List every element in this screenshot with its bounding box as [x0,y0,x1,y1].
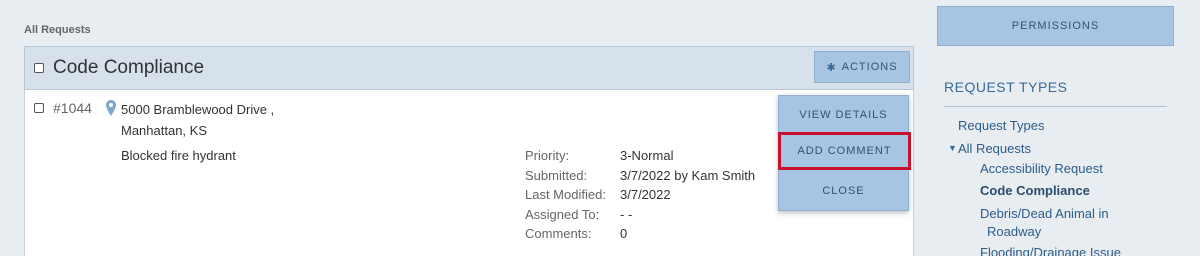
sidebar-item-flooding-drainage[interactable]: Flooding/Drainage Issue [980,245,1121,256]
sidebar-item-accessibility-request[interactable]: Accessibility Request [980,161,1103,176]
sidebar-item-code-compliance[interactable]: Code Compliance [980,183,1090,198]
address-line-2: Manhattan, KS [121,123,207,138]
meta-label: Last Modified: [525,187,606,202]
gear-icon: ✱ [826,61,837,74]
request-meta: Priority: 3-Normal Submitted: 3/7/2022 b… [525,148,755,246]
group-select-checkbox[interactable] [34,63,44,73]
request-description: Blocked fire hydrant [121,148,236,163]
permissions-button[interactable]: PERMISSIONS [937,6,1174,46]
meta-value: - - [620,206,633,222]
address-line-1: 5000 Bramblewood Drive , [121,102,275,117]
actions-dropdown-menu: VIEW DETAILS ADD COMMENT CLOSE [778,95,911,211]
meta-label: Assigned To: [525,206,600,222]
actions-button-label: ACTIONS [841,61,898,73]
close-menu-item[interactable]: CLOSE [779,172,908,210]
sidebar-divider [944,106,1167,107]
meta-row-submitted: Submitted: 3/7/2022 by Kam Smith [525,168,755,188]
sidebar-item-debris-dead-animal[interactable]: Debris/Dead Animal in [980,206,1109,221]
meta-label: Priority: [525,148,570,163]
meta-value: 3/7/2022 by Kam Smith [620,167,756,183]
group-header: Code Compliance ✱ ACTIONS [24,46,914,90]
breadcrumb[interactable]: All Requests [24,24,91,36]
request-number[interactable]: #1044 [53,100,92,116]
meta-label: Submitted: [525,167,588,183]
meta-row-priority: Priority: 3-Normal [525,148,755,168]
request-types-heading: REQUEST TYPES [944,79,1068,95]
meta-label: Comments: [525,226,592,241]
meta-value: 3-Normal [620,148,674,163]
add-comment-menu-item[interactable]: ADD COMMENT [778,132,911,170]
meta-row-assigned-to: Assigned To: - - [525,207,755,227]
sidebar-item-request-types[interactable]: Request Types [958,118,1044,133]
meta-value: 0 [620,226,628,241]
sidebar-item-debris-dead-animal-cont[interactable]: Roadway [987,224,1041,239]
meta-row-last-modified: Last Modified: 3/7/2022 [525,187,755,207]
sidebar-item-all-requests[interactable]: All Requests [958,141,1031,156]
view-details-menu-item[interactable]: VIEW DETAILS [779,96,908,134]
expand-triangle-icon[interactable]: ▼ [948,143,957,153]
group-title: Code Compliance [53,57,205,78]
location-pin-icon[interactable] [106,100,116,116]
request-select-checkbox[interactable] [34,103,44,113]
actions-button[interactable]: ✱ ACTIONS [814,51,910,83]
meta-value: 3/7/2022 [620,187,671,202]
meta-row-comments: Comments: 0 [525,226,755,246]
